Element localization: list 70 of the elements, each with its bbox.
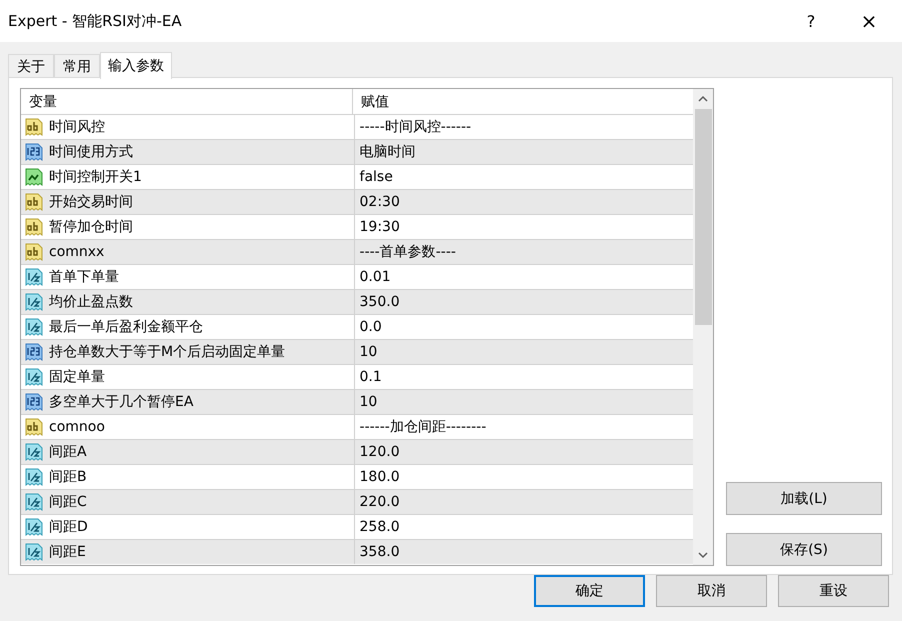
variable-name: 时间控制开关1 xyxy=(49,168,142,186)
double-type-icon xyxy=(24,292,44,312)
string-type-icon xyxy=(24,192,44,212)
value-text: 0.0 xyxy=(360,319,382,335)
help-button[interactable]: ? xyxy=(782,0,840,42)
column-header[interactable]: 赋值 xyxy=(353,89,693,114)
vertical-scrollbar[interactable] xyxy=(693,89,713,565)
dialog-button[interactable]: 重设 xyxy=(778,575,889,607)
value-text: 02:30 xyxy=(360,194,400,210)
integer-type-icon xyxy=(24,142,44,162)
value-text: 120.0 xyxy=(360,444,400,460)
double-type-icon xyxy=(24,367,44,387)
variable-name: 开始交易时间 xyxy=(49,193,133,211)
bool-type-icon xyxy=(24,167,44,187)
variable-name: 最后一单后盈利金额平仓 xyxy=(49,318,203,336)
scroll-thumb[interactable] xyxy=(694,109,712,325)
variable-name: 固定单量 xyxy=(49,368,105,386)
value-text: false xyxy=(360,169,393,185)
integer-type-icon xyxy=(24,342,44,362)
value-text: 180.0 xyxy=(360,469,400,485)
variable-name: 间距D xyxy=(49,518,88,536)
dialog-button[interactable]: 取消 xyxy=(656,575,767,607)
value-text: 电脑时间 xyxy=(360,143,416,161)
value-text: -----时间风控------ xyxy=(360,118,472,136)
value-text: 350.0 xyxy=(360,294,400,310)
value-text: 0.01 xyxy=(360,269,391,285)
value-text: 358.0 xyxy=(360,544,400,560)
variable-name: comnoo xyxy=(49,419,105,435)
variable-name: 间距E xyxy=(49,543,86,561)
value-text: 10 xyxy=(360,394,378,410)
variable-name: 间距C xyxy=(49,493,87,511)
variable-name: 暂停加仓时间 xyxy=(49,218,133,236)
variable-name: 均价止盈点数 xyxy=(49,293,133,311)
scroll-up-icon[interactable] xyxy=(698,95,708,103)
variable-name: 持仓单数大于等于M个后启动固定单量 xyxy=(49,343,286,361)
value-text: 19:30 xyxy=(360,219,400,235)
side-button[interactable]: 保存(S) xyxy=(726,533,882,566)
variable-name: 间距A xyxy=(49,443,87,461)
string-type-icon xyxy=(24,417,44,437)
variable-name: comnxx xyxy=(49,244,104,260)
double-type-icon xyxy=(24,442,44,462)
variable-name: 时间使用方式 xyxy=(49,143,133,161)
double-type-icon xyxy=(24,542,44,562)
value-text: 0.1 xyxy=(360,369,382,385)
double-type-icon xyxy=(24,492,44,512)
double-type-icon xyxy=(24,317,44,337)
variable-name: 多空单大于几个暂停EA xyxy=(49,393,194,411)
tab[interactable]: 常用 xyxy=(54,54,100,79)
variable-name: 首单下单量 xyxy=(49,268,119,286)
value-text: 10 xyxy=(360,344,378,360)
value-text: ------加仓间距-------- xyxy=(360,418,486,436)
string-type-icon xyxy=(24,217,44,237)
string-type-icon xyxy=(24,242,44,262)
scroll-down-icon[interactable] xyxy=(698,551,708,559)
tab[interactable]: 输入参数 xyxy=(100,52,172,79)
side-button[interactable]: 加载(L) xyxy=(726,482,882,515)
window-title: Expert - 智能RSI对冲-EA xyxy=(8,12,182,30)
tab[interactable]: 关于 xyxy=(8,54,54,79)
value-text: 220.0 xyxy=(360,494,400,510)
string-type-icon xyxy=(24,117,44,137)
variable-name: 时间风控 xyxy=(49,118,105,136)
double-type-icon xyxy=(24,267,44,287)
integer-type-icon xyxy=(24,392,44,412)
double-type-icon xyxy=(24,467,44,487)
double-type-icon xyxy=(24,517,44,537)
variable-name: 间距B xyxy=(49,468,87,486)
value-text: ----首单参数---- xyxy=(360,243,456,261)
value-text: 258.0 xyxy=(360,519,400,535)
close-button[interactable]: × xyxy=(840,0,898,42)
dialog-button[interactable]: 确定 xyxy=(534,575,645,607)
